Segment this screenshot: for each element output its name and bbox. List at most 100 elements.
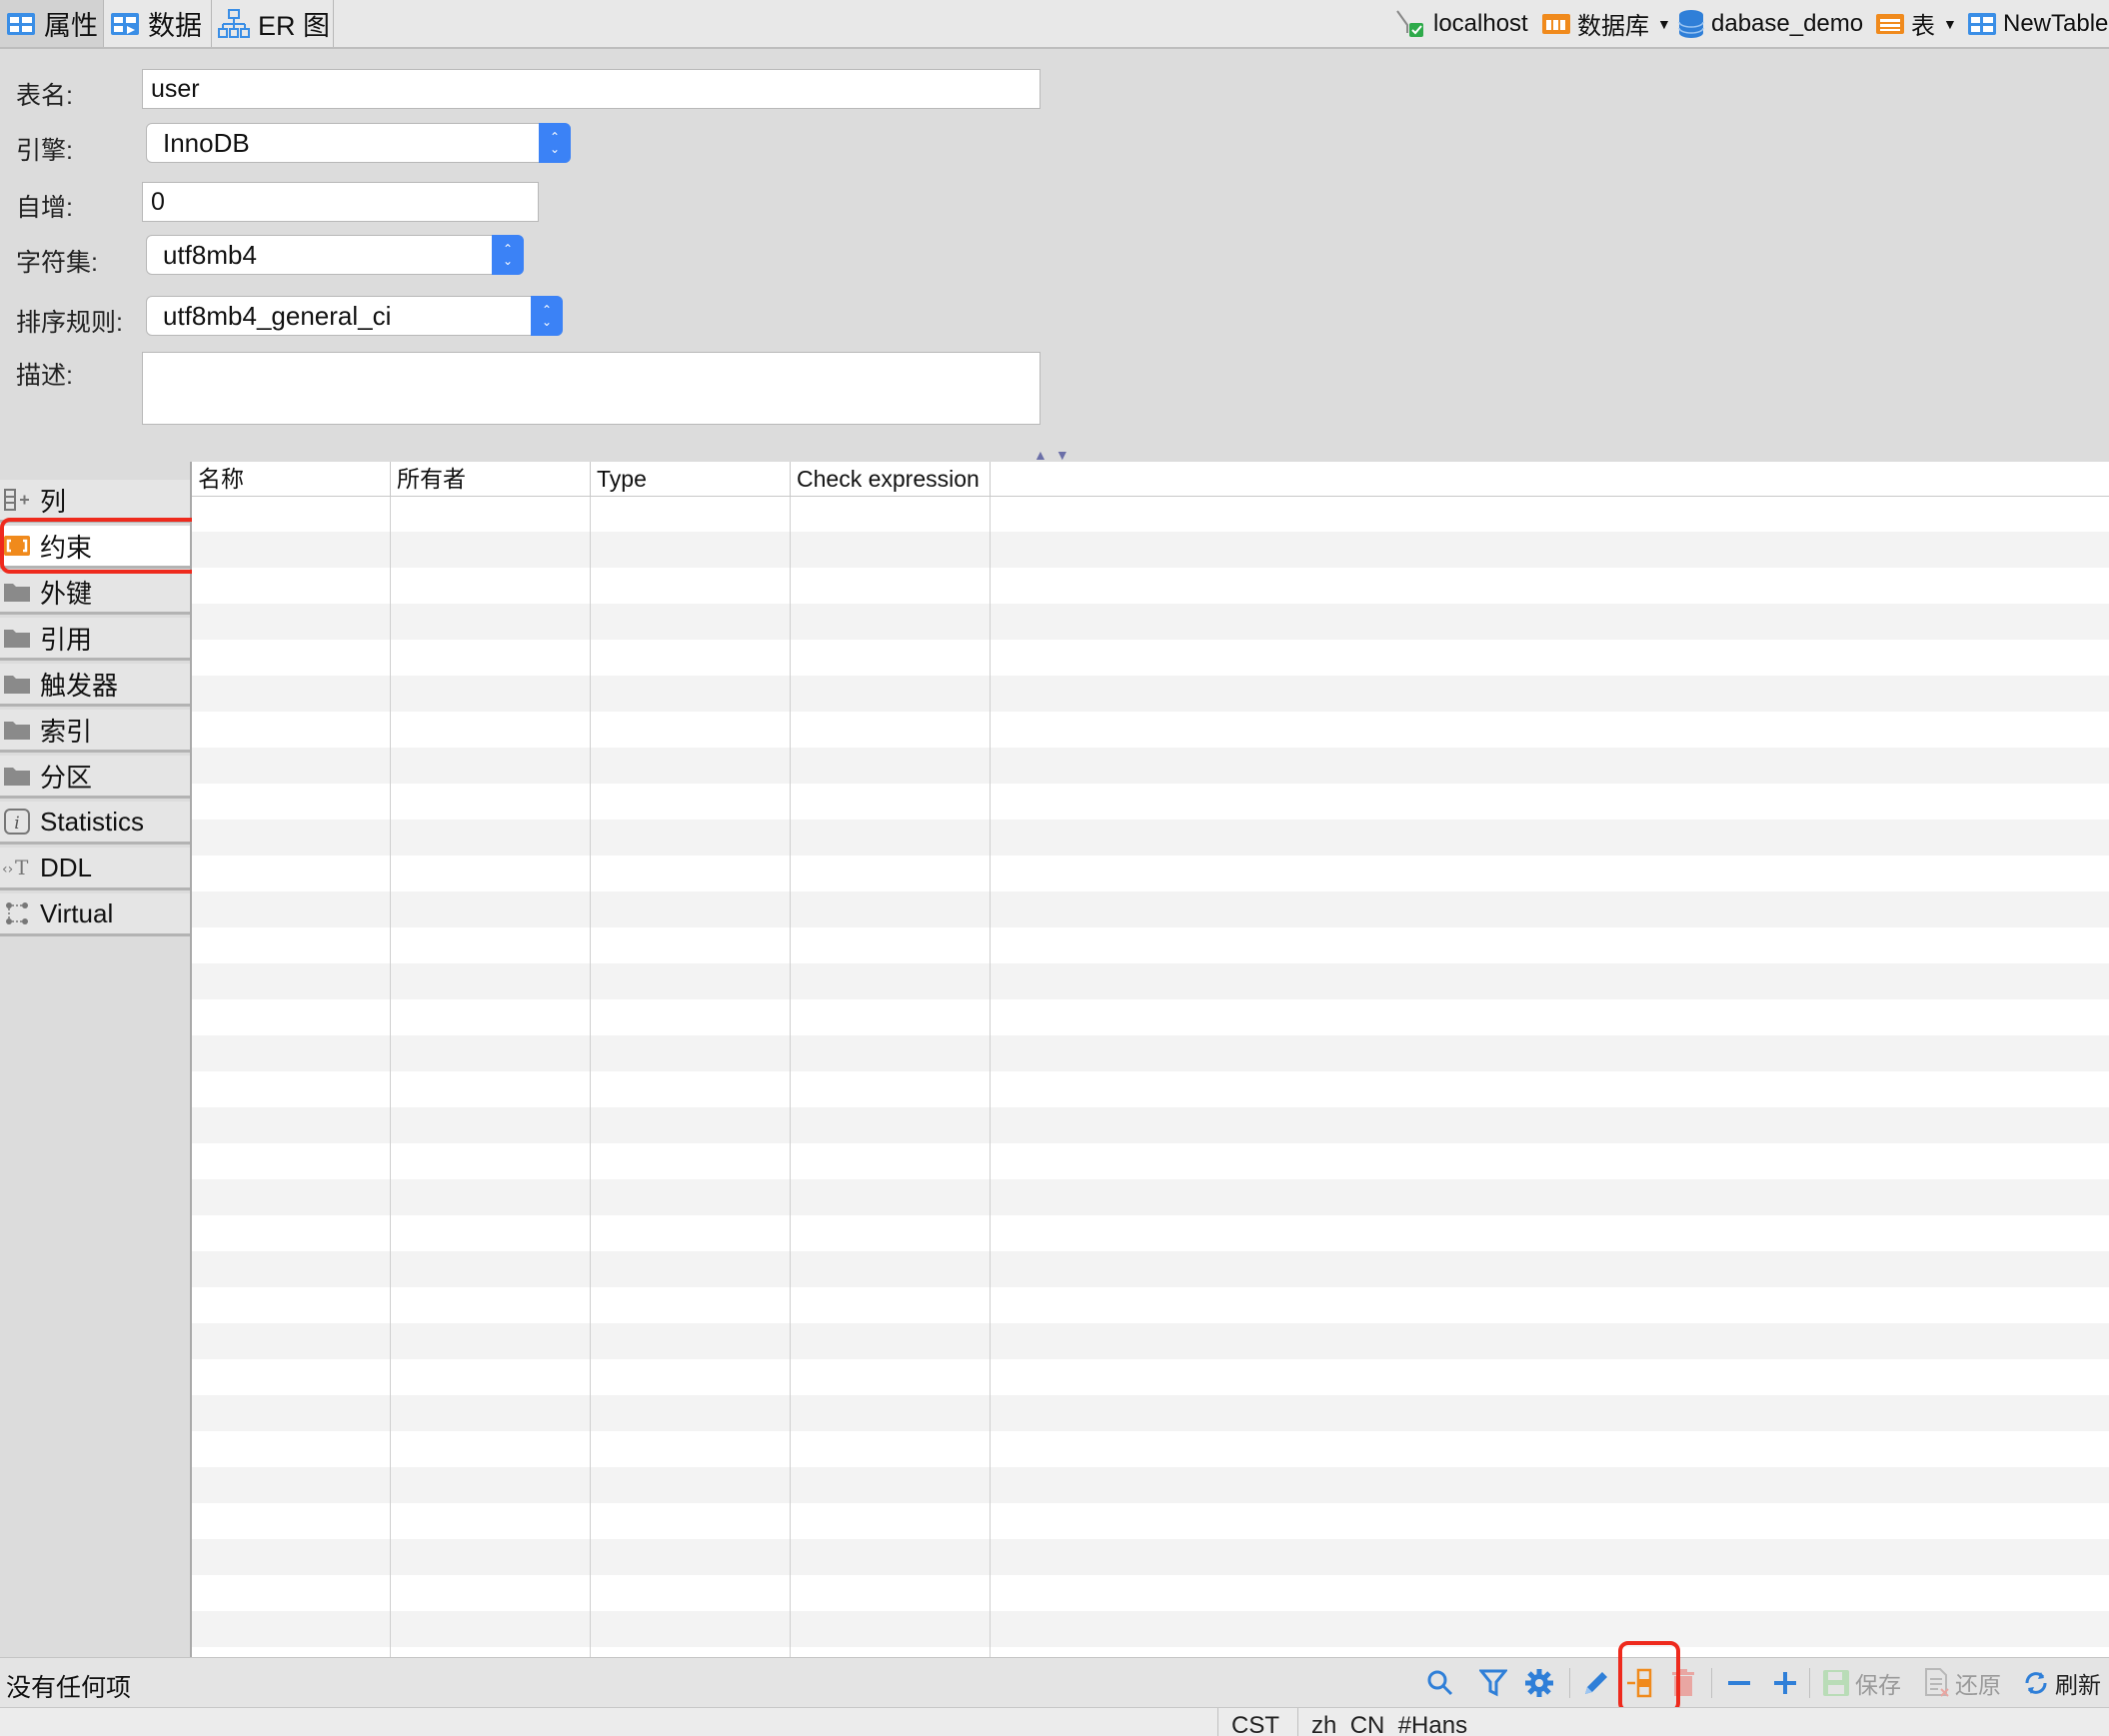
column-add-icon: [2, 487, 32, 513]
description-label: 描述:: [16, 362, 73, 390]
search-button[interactable]: [1425, 1666, 1459, 1700]
folder-icon: [2, 717, 32, 743]
database-folder-icon: [1542, 13, 1570, 34]
info-icon: i: [2, 809, 32, 835]
collation-select[interactable]: utf8mb4_general_ci ⌃ ⌄: [146, 296, 563, 336]
gear-icon: [1525, 1669, 1553, 1697]
sidebar-item-label: DDL: [40, 852, 93, 882]
select-arrows-icon: ⌃ ⌄: [492, 235, 524, 275]
breadcrumb-table[interactable]: NewTable: [1967, 0, 2108, 47]
svg-text:i: i: [14, 814, 19, 834]
ddl-text-icon: ‹› T: [2, 855, 32, 880]
engine-label: 引擎:: [16, 137, 73, 165]
sidebar-item-references[interactable]: 引用: [0, 618, 190, 661]
folder-icon: [2, 625, 32, 651]
sidebar-item-label: 分区: [40, 762, 93, 793]
filter-button[interactable]: [1479, 1666, 1511, 1700]
timezone-status: CST: [1231, 1712, 1279, 1736]
revert-button[interactable]: 还原: [1923, 1666, 2001, 1700]
auto-increment-label: 自增:: [16, 194, 73, 222]
toolbar-separator: [1569, 1668, 1570, 1698]
statusbar-separator: [1217, 1708, 1218, 1736]
revert-document-icon: [1925, 1668, 1949, 1697]
table-grid-icon: [7, 12, 35, 35]
breadcrumb-database-folder[interactable]: 数据库 ▼: [1541, 0, 1671, 47]
tab-properties-label: 属性: [44, 11, 98, 41]
sidebar-item-triggers[interactable]: 触发器: [0, 664, 190, 707]
collation-label: 排序规则:: [16, 309, 123, 337]
charset-label: 字符集:: [16, 249, 98, 277]
sidebar-item-virtual[interactable]: Virtual: [0, 893, 190, 936]
collation-select-value: utf8mb4_general_ci: [163, 301, 392, 331]
description-textarea[interactable]: [142, 352, 1041, 425]
collapse-button[interactable]: [1725, 1666, 1757, 1700]
refresh-label: 刷新: [2055, 1672, 2101, 1698]
plus-icon: [1774, 1672, 1796, 1694]
tab-data-label: 数据: [148, 11, 202, 41]
engine-select[interactable]: InnoDB ⌃ ⌄: [146, 123, 571, 163]
breadcrumb-tables-folder[interactable]: 表 ▼: [1875, 0, 1957, 47]
server-connection-icon: [1396, 9, 1423, 37]
refresh-button[interactable]: 刷新: [2021, 1666, 2101, 1700]
property-sidebar: 列 约束 外键 引用 触发器 索引 分区 i Statistics ‹› T DD…: [0, 462, 192, 1657]
breadcrumb-database-folder-label: 数据库: [1577, 13, 1649, 40]
breadcrumb-database[interactable]: dabase_demo: [1677, 0, 1863, 47]
virtual-nodes-icon: [2, 900, 32, 926]
highlight-annotation: [0, 518, 206, 574]
breadcrumb-host-label: localhost: [1433, 9, 1528, 37]
settings-button[interactable]: [1523, 1666, 1559, 1700]
select-arrows-icon: ⌃ ⌄: [539, 123, 571, 163]
table-header: 名称 所有者 Type Check expression: [192, 462, 2109, 497]
sidebar-item-label: 引用: [40, 624, 93, 655]
svg-text:‹›: ‹›: [2, 862, 13, 877]
edit-button[interactable]: [1581, 1666, 1615, 1700]
minus-icon: [1728, 1681, 1750, 1685]
sidebar-item-label: 触发器: [40, 670, 119, 701]
statusbar-separator: [1297, 1708, 1298, 1736]
tab-data[interactable]: 数据: [104, 0, 212, 47]
sidebar-item-foreign-keys[interactable]: 外键: [0, 572, 190, 615]
sidebar-item-statistics[interactable]: i Statistics: [0, 802, 190, 845]
table-rows-area[interactable]: [192, 496, 2109, 1657]
tab-properties[interactable]: 属性: [0, 0, 104, 47]
sidebar-item-label: 列: [40, 486, 67, 517]
sidebar-item-indexes[interactable]: 索引: [0, 710, 190, 753]
sidebar-item-label: Statistics: [40, 806, 145, 837]
sidebar-item-partitions[interactable]: 分区: [0, 756, 190, 799]
charset-select-value: utf8mb4: [163, 240, 257, 270]
folder-icon: [2, 579, 32, 605]
toolbar-separator: [1809, 1668, 1810, 1698]
status-bar: CST zh_CN_#Hans: [0, 1707, 2109, 1736]
chevron-down-icon: ▼: [1657, 15, 1671, 32]
breadcrumb-table-label: NewTable: [2003, 9, 2109, 37]
item-count-status: 没有任何项: [6, 1674, 132, 1702]
highlight-annotation: [1618, 1641, 1680, 1713]
breadcrumb-database-label: dabase_demo: [1711, 9, 1864, 37]
sidebar-item-columns[interactable]: 列: [0, 480, 190, 523]
column-header-check-expression[interactable]: Check expression: [791, 462, 991, 496]
table-name-label: 表名:: [16, 82, 73, 110]
sidebar-item-label: 索引: [40, 716, 93, 747]
sidebar-item-ddl[interactable]: ‹› T DDL: [0, 848, 190, 890]
column-header-type[interactable]: Type: [591, 462, 791, 496]
expand-button[interactable]: [1771, 1666, 1803, 1700]
table-name-input[interactable]: user: [142, 69, 1041, 109]
column-header-name[interactable]: 名称: [192, 462, 391, 496]
splitter-handle[interactable]: ▲▼: [1034, 447, 1077, 463]
save-label: 保存: [1855, 1672, 1901, 1698]
svg-text:T: T: [15, 856, 29, 879]
tab-er-diagram-label: ER 图: [258, 11, 331, 41]
sidebar-item-label: 外键: [40, 578, 93, 609]
filter-icon: [1479, 1669, 1507, 1697]
chevron-down-icon: ▼: [1943, 15, 1957, 32]
breadcrumb-host[interactable]: localhost: [1393, 0, 1528, 47]
charset-select[interactable]: utf8mb4 ⌃ ⌄: [146, 235, 524, 275]
auto-increment-input[interactable]: 0: [142, 182, 539, 222]
engine-select-value: InnoDB: [163, 128, 250, 158]
save-button[interactable]: 保存: [1821, 1666, 1901, 1700]
editor-tab-bar: 属性 数据 ER 图 localhost 数据库 ▼ dabase_demo 表…: [0, 0, 2109, 49]
er-diagram-icon: [218, 8, 250, 38]
column-header-owner[interactable]: 所有者: [391, 462, 591, 496]
tab-er-diagram[interactable]: ER 图: [212, 0, 334, 47]
breadcrumb-tables-folder-label: 表: [1911, 13, 1935, 40]
